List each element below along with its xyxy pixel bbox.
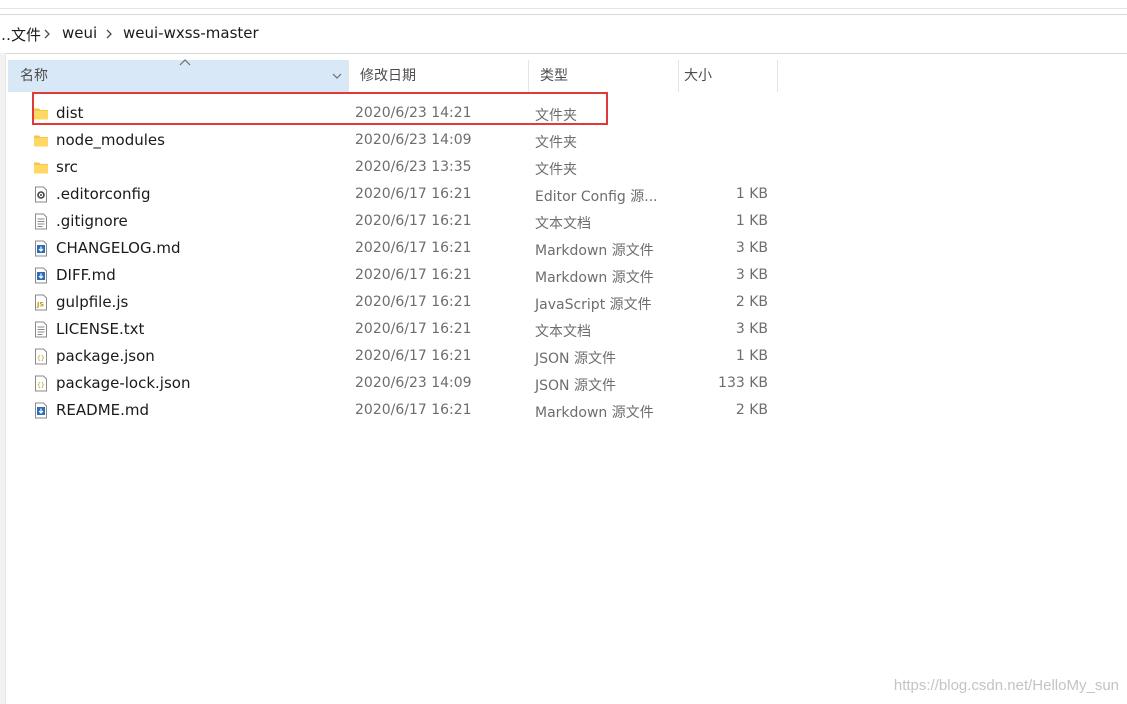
column-header-type-label: 类型 [540, 68, 568, 84]
file-modified-date: 2020/6/17 16:21 [355, 402, 472, 418]
file-type: Markdown 源文件 [535, 243, 654, 259]
file-size: 1 KB [735, 348, 768, 364]
file-row[interactable]: src 2020/6/23 13:35 文件夹 [8, 154, 778, 181]
file-row[interactable]: .gitignore 2020/6/17 16:21 文本文档 1 KB [8, 208, 778, 235]
svg-text:JS: JS [36, 301, 44, 309]
file-modified-date: 2020/6/17 16:21 [355, 348, 472, 364]
file-size: 133 KB [718, 375, 768, 391]
file-modified-date: 2020/6/23 14:09 [355, 132, 472, 148]
file-name: src [56, 158, 78, 176]
folder-icon [33, 105, 49, 122]
column-header-bar: 名称 修改日期 类型 大小 [8, 59, 778, 92]
file-name: gulpfile.js [56, 293, 129, 311]
file-size: 2 KB [735, 294, 768, 310]
file-modified-date: 2020/6/17 16:21 [355, 267, 472, 283]
navigation-pane-divider[interactable] [5, 53, 6, 704]
js-file-icon: JS [33, 294, 49, 311]
file-type: Markdown 源文件 [535, 405, 654, 421]
file-modified-date: 2020/6/17 16:21 [355, 294, 472, 310]
file-row[interactable]: .editorconfig 2020/6/17 16:21 Editor Confi… [8, 181, 778, 208]
file-type: Editor Config 源... [535, 189, 658, 205]
file-row[interactable]: {} package.json 2020/6/17 16:21 JSON 源文件 1 K… [8, 343, 778, 370]
file-modified-date: 2020/6/23 13:35 [355, 159, 472, 175]
markdown-file-icon [33, 402, 49, 419]
column-header-name[interactable]: 名称 [8, 59, 348, 92]
file-row[interactable]: DIFF.md 2020/6/17 16:21 Markdown 源文件 3 KB [8, 262, 778, 289]
file-list: dist 2020/6/23 14:21 文件夹 node_modules 2020/6… [8, 100, 778, 424]
file-size: 2 KB [735, 402, 768, 418]
chevron-right-icon[interactable] [42, 27, 52, 41]
folder-icon [33, 132, 49, 149]
file-row[interactable]: LICENSE.txt 2020/6/17 16:21 文本文档 3 KB [8, 316, 778, 343]
column-divider[interactable] [777, 60, 778, 92]
file-name: .gitignore [56, 212, 128, 230]
file-size: 3 KB [735, 267, 768, 283]
file-size: 3 KB [735, 321, 768, 337]
sort-ascending-icon [179, 59, 191, 66]
file-row[interactable]: JS gulpfile.js 2020/6/17 16:21 JavaScript 源… [8, 289, 778, 316]
file-type: 文件夹 [535, 162, 577, 178]
column-header-date[interactable]: 修改日期 [348, 60, 528, 92]
file-row[interactable]: README.md 2020/6/17 16:21 Markdown 源文件 2 KB [8, 397, 778, 424]
column-header-type[interactable]: 类型 [528, 60, 678, 92]
text-file-icon [33, 213, 49, 230]
file-row[interactable]: dist 2020/6/23 14:21 文件夹 [8, 100, 778, 127]
breadcrumb-item-weui[interactable]: weui [62, 24, 97, 42]
file-type: JSON 源文件 [535, 378, 616, 394]
address-bar[interactable]: …文件 weui weui-wxss-master [0, 14, 1127, 54]
file-size: 3 KB [735, 240, 768, 256]
file-row[interactable]: {} package-lock.json 2020/6/23 14:09 JSON 源… [8, 370, 778, 397]
file-name: CHANGELOG.md [56, 239, 181, 257]
json-file-icon: {} [33, 375, 49, 392]
folder-icon [33, 159, 49, 176]
svg-text:{}: {} [37, 354, 45, 362]
chevron-right-icon[interactable] [104, 27, 114, 41]
column-header-size-label: 大小 [684, 68, 712, 84]
file-type: JSON 源文件 [535, 351, 616, 367]
file-modified-date: 2020/6/23 14:09 [355, 375, 472, 391]
column-header-size[interactable]: 大小 [678, 60, 778, 92]
file-modified-date: 2020/6/17 16:21 [355, 186, 472, 202]
file-size: 1 KB [735, 213, 768, 229]
file-modified-date: 2020/6/17 16:21 [355, 240, 472, 256]
markdown-file-icon [33, 267, 49, 284]
file-type: 文本文档 [535, 324, 591, 340]
window-top-edge [0, 8, 1127, 9]
file-type: 文件夹 [535, 108, 577, 124]
markdown-file-icon [33, 240, 49, 257]
file-modified-date: 2020/6/17 16:21 [355, 321, 472, 337]
file-name: package-lock.json [56, 374, 191, 392]
file-name: LICENSE.txt [56, 320, 145, 338]
file-row[interactable]: node_modules 2020/6/23 14:09 文件夹 [8, 127, 778, 154]
file-type: Markdown 源文件 [535, 270, 654, 286]
watermark-text: https://blog.csdn.net/HelloMy_sun [893, 677, 1119, 694]
file-modified-date: 2020/6/17 16:21 [355, 213, 472, 229]
file-name: README.md [56, 401, 150, 419]
chevron-down-icon[interactable] [332, 71, 342, 81]
breadcrumb-item-current[interactable]: weui-wxss-master [123, 24, 259, 42]
file-name: package.json [56, 347, 155, 365]
text-file-icon [33, 321, 49, 338]
file-type: JavaScript 源文件 [535, 297, 652, 313]
file-type: 文件夹 [535, 135, 577, 151]
breadcrumb-item-parent[interactable]: …文件 [0, 24, 41, 45]
file-name: .editorconfig [56, 185, 151, 203]
file-size: 1 KB [735, 186, 768, 202]
column-header-name-label: 名称 [20, 68, 48, 84]
file-name: dist [56, 104, 84, 122]
file-modified-date: 2020/6/23 14:21 [355, 105, 472, 121]
file-type: 文本文档 [535, 216, 591, 232]
config-file-icon [33, 186, 49, 203]
svg-text:{}: {} [37, 381, 45, 389]
json-file-icon: {} [33, 348, 49, 365]
file-name: node_modules [56, 131, 165, 149]
column-header-date-label: 修改日期 [360, 68, 416, 84]
file-row[interactable]: CHANGELOG.md 2020/6/17 16:21 Markdown 源文件 3… [8, 235, 778, 262]
file-name: DIFF.md [56, 266, 116, 284]
